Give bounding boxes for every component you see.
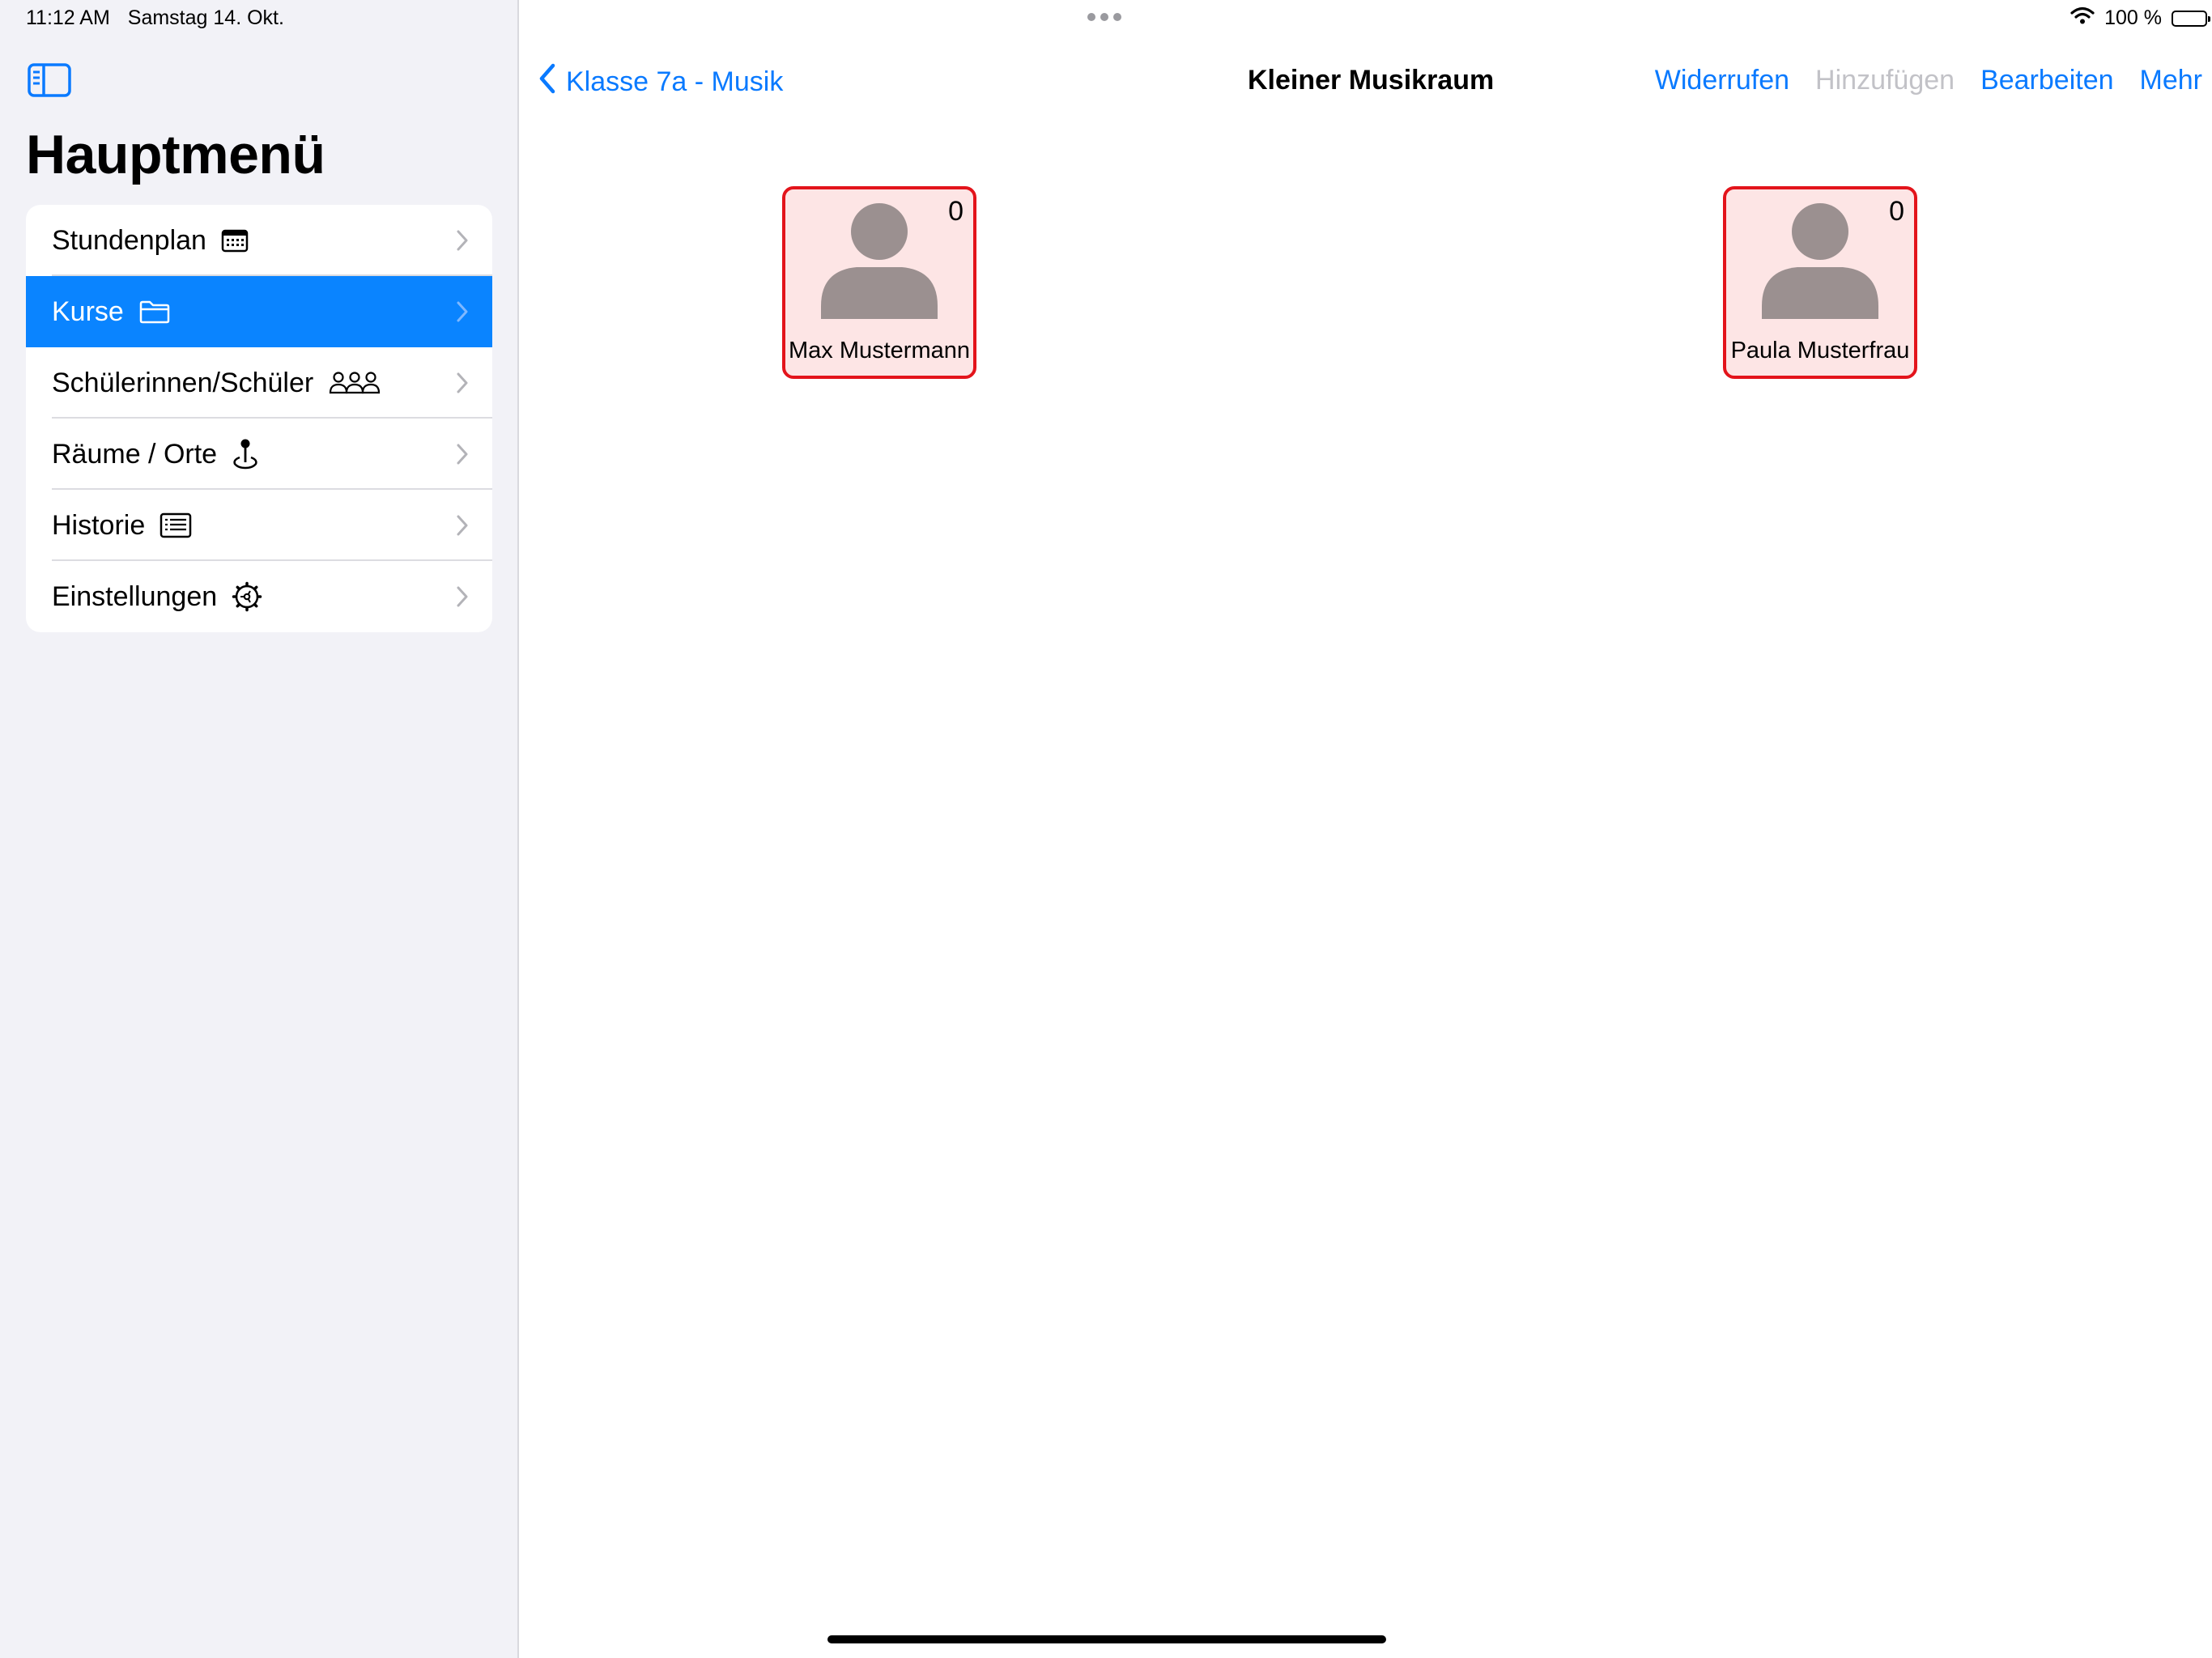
wifi-icon: [2070, 6, 2095, 30]
home-indicator[interactable]: [827, 1635, 1386, 1643]
student-name: Max Mustermann: [788, 338, 970, 363]
more-button[interactable]: Mehr: [2140, 65, 2202, 96]
sidebar-item-schueler[interactable]: Schülerinnen/Schüler: [26, 347, 492, 419]
chevron-right-icon: [457, 230, 468, 251]
undo-button[interactable]: Widerrufen: [1655, 65, 1789, 96]
people-icon: [328, 371, 381, 395]
dot: [1087, 13, 1095, 21]
chevron-right-icon: [457, 586, 468, 607]
folder-icon: [138, 300, 171, 324]
sidebar-item-raeume[interactable]: Räume / Orte: [26, 419, 492, 490]
menu-list: Stundenplan Kurse Schülerinnen/Schüler R…: [26, 205, 492, 632]
list-icon: [160, 512, 192, 538]
chevron-right-icon: [457, 301, 468, 322]
back-button[interactable]: Klasse 7a - Musik: [538, 63, 783, 101]
sidebar-item-kurse[interactable]: Kurse: [26, 276, 492, 347]
battery-percent: 100 %: [2104, 6, 2162, 29]
gear-icon: [232, 581, 262, 612]
student-name: Paula Musterfrau: [1730, 338, 1910, 363]
chevron-right-icon: [457, 372, 468, 393]
chevron-left-icon: [538, 63, 556, 101]
student-count: 0: [948, 196, 963, 227]
battery-icon: [2172, 10, 2210, 27]
student-count: 0: [1889, 196, 1904, 227]
back-label: Klasse 7a - Musik: [566, 66, 784, 97]
sidebar-item-label: Einstellungen: [52, 580, 218, 612]
sidebar-item-label: Historie: [52, 509, 146, 541]
status-bar-right: 100 %: [2070, 6, 2210, 30]
multitasking-dots[interactable]: [1087, 13, 1121, 21]
chevron-right-icon: [457, 444, 468, 465]
menu-title: Hauptmenü: [26, 124, 325, 185]
status-bar-left: 11:12 AM Samstag 14. Okt.: [26, 6, 284, 30]
person-avatar-icon: [1760, 202, 1880, 319]
sidebar-item-label: Schülerinnen/Schüler: [52, 367, 314, 398]
student-tile-paula-musterfrau[interactable]: 0 Paula Musterfrau: [1723, 186, 1917, 379]
nav-actions: Widerrufen Hinzufügen Bearbeiten Mehr: [1655, 65, 2202, 96]
main-content: 100 % Klasse 7a - Musik Kleiner Musikrau…: [519, 0, 2212, 1658]
location-pin-icon: [232, 438, 259, 470]
add-button[interactable]: Hinzufügen: [1815, 65, 1955, 96]
calendar-icon: [221, 228, 249, 253]
person-avatar-icon: [819, 202, 939, 319]
sidebar-item-label: Räume / Orte: [52, 438, 218, 470]
sidebar-item-einstellungen[interactable]: Einstellungen: [26, 561, 492, 632]
sidebar: 11:12 AM Samstag 14. Okt. Hauptmenü Stun…: [0, 0, 519, 1658]
sidebar-item-label: Kurse: [52, 295, 124, 327]
status-time: 11:12 AM: [26, 6, 110, 29]
sidebar-item-historie[interactable]: Historie: [26, 490, 492, 561]
page-title: Kleiner Musikraum: [1248, 65, 1495, 96]
sidebar-item-stundenplan[interactable]: Stundenplan: [26, 205, 492, 276]
chevron-right-icon: [457, 515, 468, 536]
dot: [1113, 13, 1121, 21]
sidebar-toggle-icon[interactable]: [28, 63, 71, 97]
dot: [1100, 13, 1108, 21]
student-tile-max-mustermann[interactable]: 0 Max Mustermann: [782, 186, 976, 379]
status-date: Samstag 14. Okt.: [127, 6, 284, 29]
edit-button[interactable]: Bearbeiten: [1980, 65, 2113, 96]
sidebar-item-label: Stundenplan: [52, 224, 206, 256]
